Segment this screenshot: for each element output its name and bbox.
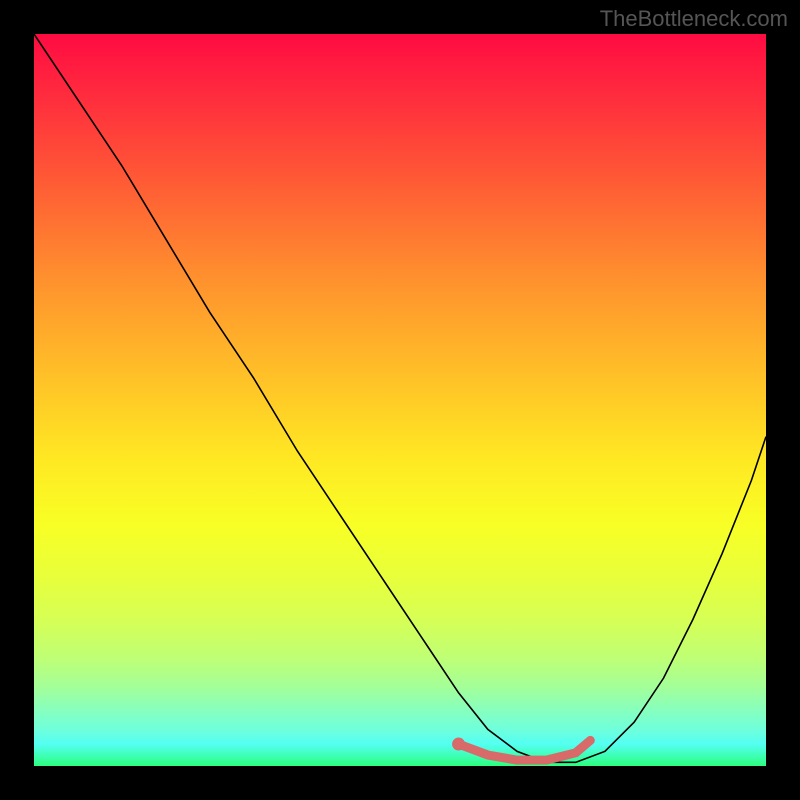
chart-svg — [34, 34, 766, 766]
highlight-marker-dot — [452, 738, 465, 751]
bottleneck-curve-line — [34, 34, 766, 762]
highlight-segment-line — [459, 740, 591, 760]
plot-area — [34, 34, 766, 766]
watermark-text: TheBottleneck.com — [600, 6, 788, 32]
